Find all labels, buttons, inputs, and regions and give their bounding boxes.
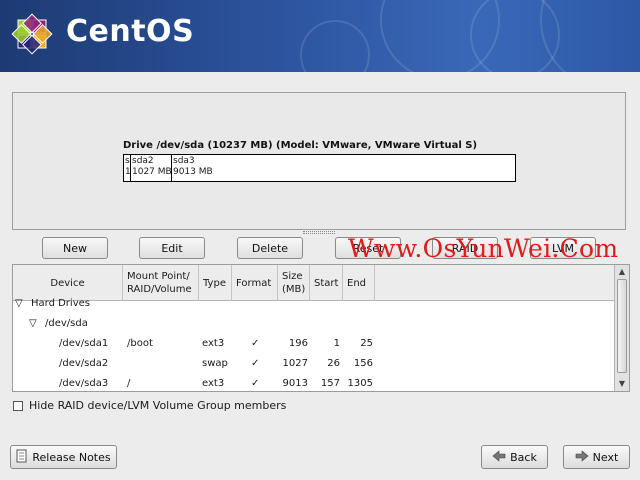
tree-drive-row[interactable]: ▽ /dev/sda [13, 315, 615, 335]
partition-segment-sda2[interactable]: sda2 1027 MB [131, 155, 172, 181]
scroll-up-icon[interactable]: ▲ [615, 265, 629, 279]
release-notes-button[interactable]: Release Notes [10, 445, 117, 469]
drive-title: Drive /dev/sda (10237 MB) (Model: VMware… [123, 140, 478, 151]
scroll-down-icon[interactable]: ▼ [615, 377, 629, 391]
table-row[interactable]: /dev/sda3 / ext3 ✓ 9013 157 1305 [13, 375, 615, 391]
arrow-left-icon [492, 450, 506, 464]
header-banner: CentOS [0, 0, 640, 72]
new-button[interactable]: New [42, 237, 108, 259]
hide-members-checkbox[interactable] [13, 401, 23, 411]
delete-button[interactable]: Delete [237, 237, 303, 259]
arrow-right-icon [575, 450, 589, 464]
format-check-icon: ✓ [251, 338, 260, 349]
edit-button[interactable]: Edit [139, 237, 205, 259]
table-scrollbar[interactable]: ▲ ▼ [614, 265, 629, 391]
format-check-icon: ✓ [251, 378, 260, 389]
centos-logo-icon [11, 13, 53, 55]
scrollbar-thumb[interactable] [617, 279, 627, 373]
pane-resize-grip[interactable] [303, 231, 335, 234]
back-button[interactable]: Back [481, 445, 548, 469]
expander-open-icon[interactable]: ▽ [15, 298, 23, 309]
table-row[interactable]: /dev/sda2 swap ✓ 1027 26 156 [13, 355, 615, 375]
partition-segment-sda1[interactable]: s 1 [124, 155, 131, 181]
hide-members-label[interactable]: Hide RAID device/LVM Volume Group member… [29, 399, 286, 412]
table-body: ▽ Hard Drives ▽ /dev/sda /dev/sda1 /boot… [13, 298, 615, 391]
centos-logo-text: CentOS [66, 14, 195, 49]
format-check-icon: ✓ [251, 358, 260, 369]
table-row[interactable]: /dev/sda1 /boot ext3 ✓ 196 1 25 [13, 335, 615, 355]
drive-panel: Drive /dev/sda (10237 MB) (Model: VMware… [12, 92, 626, 234]
partition-segment-sda3[interactable]: sda3 9013 MB [172, 155, 515, 181]
tree-group-row[interactable]: ▽ Hard Drives [13, 295, 615, 315]
document-icon [16, 449, 28, 465]
expander-open-icon[interactable]: ▽ [29, 318, 37, 329]
partition-table: Device Mount Point/ RAID/Volume Type For… [12, 264, 630, 392]
partition-bar: s 1 sda2 1027 MB sda3 9013 MB [123, 154, 516, 182]
watermark-text: Www.OsYunWei.Com [348, 234, 619, 263]
next-button[interactable]: Next [563, 445, 630, 469]
